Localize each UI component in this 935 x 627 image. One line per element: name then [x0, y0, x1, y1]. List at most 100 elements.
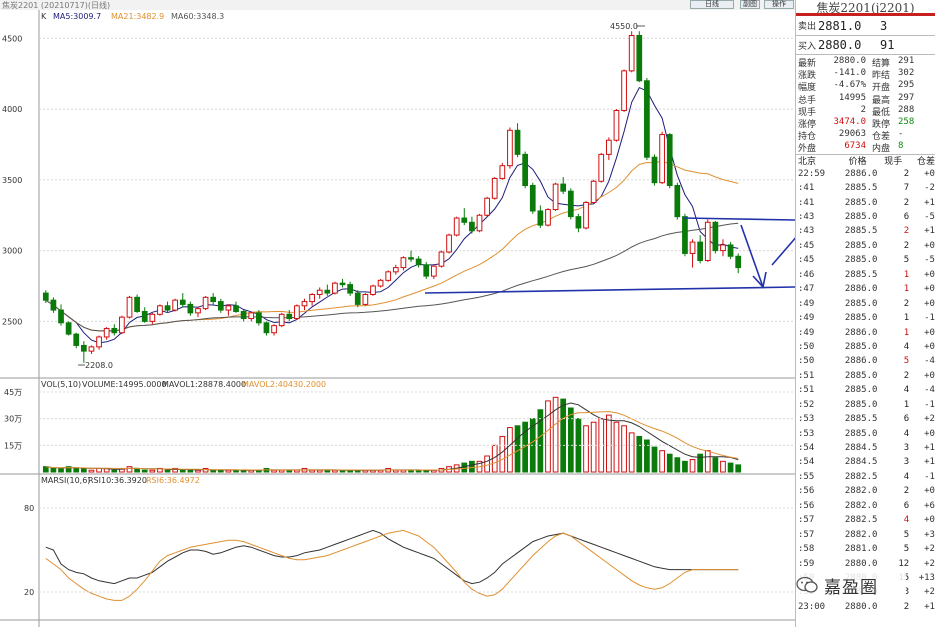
stat-l: 幅度	[798, 83, 817, 94]
candle-body	[179, 299, 186, 305]
tick-row[interactable]: :51 2885.0 4 -4	[796, 383, 935, 397]
volume-bar	[583, 425, 589, 473]
tick-row[interactable]: :50 2886.0 5 -4	[796, 354, 935, 368]
tick-row[interactable]: :50 2885.0 4 +0	[796, 340, 935, 354]
volume-bar	[651, 446, 658, 473]
candle	[385, 270, 392, 282]
tick-row[interactable]: :52 2885.0 1 -1	[796, 398, 935, 412]
tick-row[interactable]: :49 2885.0 2 +0	[796, 296, 935, 310]
tick-c: +0	[924, 428, 935, 439]
tick-v: 2	[903, 601, 910, 612]
candle-body	[263, 322, 270, 334]
volume-bar	[324, 469, 331, 473]
tick-row[interactable]: :49 2885.0 1 -1	[796, 311, 935, 325]
candle	[590, 179, 597, 204]
tick-row[interactable]: :43 2885.0 6 -5	[796, 210, 935, 224]
volume-bar	[507, 427, 513, 473]
candle-body	[430, 265, 437, 277]
tick-c: -5	[924, 255, 935, 266]
tick-row[interactable]: :51 2885.0 2 +0	[796, 369, 935, 383]
tick-row[interactable]: :53 2885.5 6 +2	[796, 412, 935, 426]
tick-p: 2885.0	[844, 341, 878, 352]
bid-row[interactable]: 买入 2880.0 91	[796, 35, 935, 54]
tick-v: 5	[903, 255, 910, 266]
operate-button[interactable]: 操作	[764, 0, 794, 9]
tick-row[interactable]: :49 2886.0 1 +0	[796, 325, 935, 339]
candle-body	[666, 134, 673, 187]
stat-l: 涨停	[798, 119, 817, 130]
tick-row[interactable]: :41 2885.0 2 +1	[796, 195, 935, 209]
stat-l2: 跌停	[872, 119, 891, 130]
tick-c: +0	[924, 240, 935, 251]
daily-button[interactable]: 日线	[690, 0, 734, 9]
volume-bar	[727, 462, 734, 473]
subchart-button[interactable]: 副图	[740, 0, 760, 9]
ask-price: 2881.0	[818, 18, 862, 33]
tick-p: 2885.5	[844, 183, 878, 194]
candle-body	[461, 217, 468, 223]
tick-row[interactable]: :43 2885.5 2 +1	[796, 224, 935, 238]
stat-l: 涨跌	[798, 71, 817, 82]
tick-row[interactable]: :53 2885.0 4 +0	[796, 426, 935, 440]
tick-p: 2882.0	[844, 529, 878, 540]
tick-c: +2	[924, 414, 935, 425]
tick-c: -2	[924, 183, 935, 194]
tick-row[interactable]: :55 2882.5 4 -1	[796, 470, 935, 484]
tick-row[interactable]: :56 2882.0 6 +6	[796, 499, 935, 513]
tick-p: 2885.0	[844, 399, 878, 410]
tick-row[interactable]: :59 2880.0 12 +2	[796, 556, 935, 570]
tick-p: 2885.0	[844, 212, 878, 223]
stat-l: 现手	[798, 107, 817, 118]
tick-p: 2882.0	[844, 500, 878, 511]
volume-bar	[187, 469, 194, 473]
volume-bar	[590, 421, 597, 473]
candle-body	[567, 190, 574, 218]
candle-body	[605, 139, 612, 155]
candle-body	[415, 258, 422, 266]
tick-row[interactable]: :45 2885.0 2 +0	[796, 239, 935, 253]
tick-c: +0	[924, 341, 935, 352]
tick-v: 1	[903, 284, 910, 295]
ask-row[interactable]: 卖出 2881.0 3	[796, 16, 935, 35]
volume-bar	[704, 450, 711, 473]
tick-row[interactable]: :46 2885.5 1 +0	[796, 268, 935, 282]
candle-body	[514, 129, 521, 155]
candle-body	[164, 305, 171, 311]
volume-bar	[499, 435, 506, 473]
candle-body	[354, 292, 361, 305]
candle-body	[42, 292, 49, 301]
candle	[613, 109, 620, 142]
candle-body	[301, 301, 308, 307]
tick-c: +6	[924, 500, 935, 511]
bid-volume: 91	[880, 38, 895, 52]
candle-body	[583, 201, 589, 229]
tick-row[interactable]: 23:00 2880.0 2 +1	[796, 600, 935, 614]
stat-row: 最新 2880.0 结算 291	[798, 56, 935, 69]
window-title: 焦炭2201 (20210717)(日线)	[2, 1, 111, 10]
tick-c: +0	[924, 269, 935, 280]
tick-row[interactable]: :41 2885.5 7 -2	[796, 181, 935, 195]
tick-row[interactable]: :58 2881.0 5 +2	[796, 542, 935, 556]
tick-list[interactable]: 22:59 2886.0 2 +0:41 2885.5 7 -2:41 2885.0 2 +1:4…	[796, 167, 935, 615]
tick-v: 7	[903, 183, 910, 194]
tick-row[interactable]: :57 2882.0 5 +3	[796, 527, 935, 541]
tick-c: +1	[924, 226, 935, 237]
candle	[332, 281, 338, 295]
tick-row[interactable]: 22:59 2886.0 2 +0	[796, 167, 935, 181]
kline-chart-area[interactable]: 4500 4000 3500 3000 2500 45万 30万 15万 80 20 K MA…	[0, 0, 795, 627]
tick-row[interactable]: :47 2886.0 1 +0	[796, 282, 935, 296]
tick-row[interactable]: :54 2884.5 3 +1	[796, 441, 935, 455]
tick-row[interactable]: :54 2884.5 3 +1	[796, 455, 935, 469]
stat-l: 外盘	[798, 144, 817, 155]
tick-t: :41	[798, 197, 815, 208]
candle-body	[408, 257, 414, 260]
candle	[377, 278, 384, 288]
tick-c: +0	[924, 298, 935, 309]
tick-row[interactable]: :45 2885.0 5 -5	[796, 253, 935, 267]
candle-body	[362, 293, 369, 305]
volume-bar	[210, 469, 217, 473]
tick-row[interactable]: :56 2882.0 2 +0	[796, 484, 935, 498]
tick-t: :56	[798, 486, 815, 497]
tick-row[interactable]: :57 2882.5 4 +0	[796, 513, 935, 527]
candle	[651, 154, 658, 186]
